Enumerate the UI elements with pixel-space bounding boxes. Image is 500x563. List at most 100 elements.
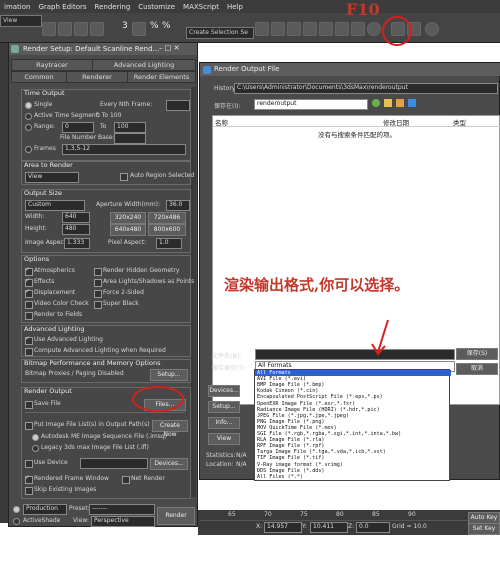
skip-existing-checkbox[interactable] — [25, 487, 33, 495]
output-size-preset-dropdown[interactable]: Custom — [25, 200, 85, 211]
file-type-option[interactable]: MOV QuickTime File (*.mov) — [257, 425, 337, 431]
active-segment-radio[interactable] — [25, 113, 32, 120]
info-button[interactable]: Info... — [208, 417, 240, 429]
image-aspect-field[interactable]: 1.333 — [64, 238, 90, 249]
file-type-option[interactable]: BMP Image File (*.bmp) — [257, 382, 324, 388]
menu-maxscript[interactable]: MAXScript — [179, 3, 223, 11]
view-dropdown[interactable]: Perspective — [91, 516, 155, 527]
preset-720x486-button[interactable]: 720x486 — [148, 212, 186, 224]
production-dropdown[interactable]: Production — [23, 504, 67, 515]
file-type-list[interactable]: All Formats AVI File (*.avi) BMP Image Fil… — [254, 369, 451, 481]
move-icon[interactable] — [74, 22, 88, 36]
file-type-option[interactable]: Kodak Cineon (*.cin) — [257, 388, 318, 394]
history-dropdown[interactable]: C:\Users\Administrator\Documents\3dsMax\… — [234, 83, 498, 94]
put-image-file-list-checkbox[interactable] — [25, 422, 33, 430]
activeshade-radio[interactable] — [13, 518, 20, 525]
area-lights-checkbox[interactable] — [94, 279, 102, 287]
file-type-option[interactable]: All Files (*.*) — [257, 474, 303, 480]
range-from-field[interactable]: 0 — [62, 122, 94, 133]
file-type-option[interactable]: JPEG File (*.jpg,*.jpe,*.jpeg) — [257, 413, 349, 419]
production-radio[interactable] — [13, 506, 20, 513]
curve-editor-icon[interactable] — [303, 22, 317, 36]
set-key-button[interactable]: Set Key — [468, 523, 500, 535]
view-dropdown[interactable]: View — [0, 15, 42, 27]
pixel-aspect-field[interactable]: 1.0 — [156, 238, 182, 249]
tab-renderer[interactable]: Renderer — [66, 71, 128, 83]
every-nth-field[interactable] — [166, 100, 190, 111]
file-type-option[interactable]: TIF Image File (*.tif) — [257, 455, 324, 461]
legacy-ifl-radio[interactable] — [32, 445, 39, 452]
file-type-option[interactable]: Targa Image File (*.tga,*.vda,*.icb,*.vs… — [257, 449, 386, 455]
tab-common[interactable]: Common — [11, 71, 67, 83]
single-radio[interactable] — [25, 102, 32, 109]
autodesk-imsq-radio[interactable] — [32, 434, 39, 441]
file-type-option[interactable]: V-Ray image format (*.vrimg) — [257, 462, 343, 468]
create-now-button[interactable]: Create Now — [152, 420, 188, 438]
x-field[interactable]: 14.957 — [264, 522, 302, 533]
region-icon[interactable] — [58, 22, 72, 36]
render-button[interactable]: Render — [157, 507, 195, 525]
rendered-frame-window-checkbox[interactable] — [25, 474, 33, 484]
file-type-option[interactable]: AVI File (*.avi) — [257, 376, 306, 382]
area-to-render-dropdown[interactable]: View — [25, 172, 79, 183]
height-field[interactable]: 480 — [62, 224, 90, 235]
teapot-render-icon[interactable] — [425, 22, 439, 36]
width-field[interactable]: 640 — [62, 212, 90, 223]
range-radio[interactable] — [25, 124, 32, 131]
aperture-field[interactable]: 36.0 — [166, 200, 190, 211]
super-black-checkbox[interactable] — [94, 301, 102, 309]
devices-button[interactable]: Devices... — [208, 385, 240, 397]
use-advanced-lighting-checkbox[interactable] — [25, 335, 33, 345]
video-color-check-checkbox[interactable] — [25, 301, 33, 309]
file-type-option[interactable]: Encapsulated PostScript File (*.eps,*.ps… — [257, 394, 383, 400]
tab-render-elements[interactable]: Render Elements — [127, 71, 196, 83]
render-to-fields-checkbox[interactable] — [25, 312, 33, 320]
z-field[interactable]: 0.0 — [356, 522, 390, 533]
file-type-option[interactable]: All Formats — [255, 370, 451, 376]
file-type-option[interactable]: RLA Image File (*.rla) — [257, 437, 324, 443]
file-type-option[interactable]: DDS Image File (*.dds) — [257, 468, 324, 474]
auto-region-checkbox[interactable] — [120, 173, 128, 181]
devices-button[interactable]: Devices... — [150, 458, 188, 470]
selection-set-dropdown[interactable]: Create Selection Se — [186, 27, 254, 39]
align-icon[interactable] — [271, 22, 285, 36]
menu-rendering[interactable]: Rendering — [91, 3, 135, 11]
new-folder-icon[interactable] — [396, 99, 404, 107]
use-device-checkbox[interactable] — [25, 460, 33, 468]
effects-checkbox[interactable] — [25, 277, 33, 287]
tab-advanced-lighting[interactable]: Advanced Lighting — [92, 59, 196, 71]
mirror-icon[interactable] — [255, 22, 269, 36]
preset-dropdown[interactable]: ------- — [89, 504, 155, 515]
displacement-checkbox[interactable] — [25, 288, 33, 298]
preset-640x480-button[interactable]: 640x480 — [110, 224, 146, 236]
layer-icon[interactable] — [287, 22, 301, 36]
up-folder-icon[interactable] — [384, 99, 392, 107]
back-icon[interactable] — [372, 99, 380, 107]
schematic-icon[interactable] — [319, 22, 333, 36]
view-button[interactable]: View — [208, 433, 240, 445]
menu-animation[interactable]: imation — [0, 3, 34, 11]
menu-customize[interactable]: Customize — [134, 3, 179, 11]
atmospherics-checkbox[interactable] — [25, 266, 33, 276]
range-to-field[interactable]: 100 — [114, 122, 146, 133]
scrollbar[interactable] — [191, 87, 196, 497]
bitmap-setup-button[interactable]: Setup... — [150, 369, 188, 381]
file-number-base-field[interactable] — [114, 133, 146, 144]
net-render-checkbox[interactable] — [122, 476, 130, 484]
y-field[interactable]: 10.411 — [310, 522, 348, 533]
cancel-button[interactable]: 取消 — [456, 363, 498, 375]
save-file-checkbox[interactable] — [25, 401, 33, 409]
preset-320x240-button[interactable]: 320x240 — [110, 212, 146, 224]
file-type-option[interactable]: RPF Image File (*.rpf) — [257, 443, 324, 449]
view-menu-icon[interactable] — [408, 99, 416, 107]
compute-advanced-lighting-checkbox[interactable] — [25, 348, 33, 356]
save-in-dropdown[interactable]: renderoutput — [254, 99, 368, 110]
device-field[interactable] — [80, 458, 148, 469]
save-button[interactable]: 保存(S) — [456, 348, 498, 360]
force-2-sided-checkbox[interactable] — [94, 290, 102, 298]
snap-icon[interactable] — [132, 22, 146, 36]
render-hidden-geometry-checkbox[interactable] — [94, 268, 102, 276]
file-type-option[interactable]: OpenEXR Image File (*.exr,*.fxr) — [257, 401, 355, 407]
file-type-option[interactable]: SGI File (*.rgb,*.rgba,*.sgi,*.int,*.int… — [257, 431, 401, 437]
file-type-option[interactable]: PNG Image File (*.png) — [257, 419, 324, 425]
